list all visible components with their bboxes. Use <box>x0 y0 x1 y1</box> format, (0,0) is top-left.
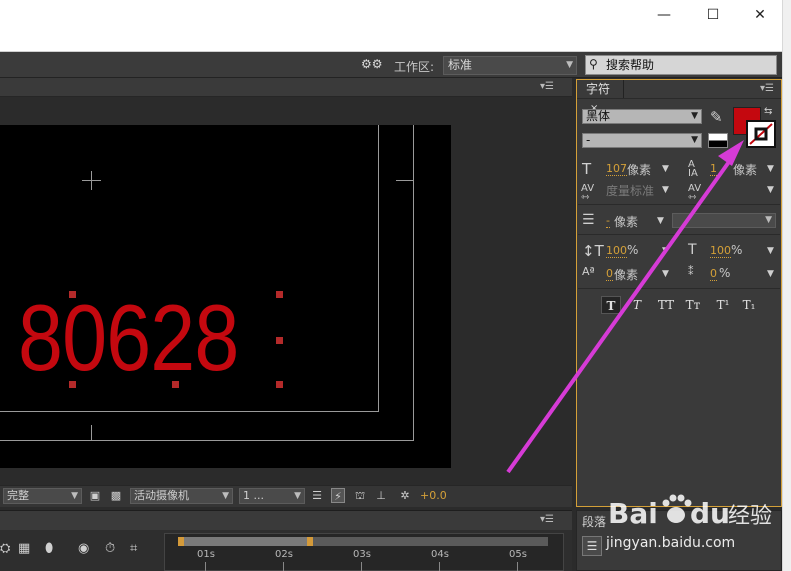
annotation-arrow-shaft <box>506 150 738 474</box>
svg-text:Bai: Bai <box>608 497 658 530</box>
watermark-url: jingyan.baidu.com <box>606 535 736 551</box>
annotation-arrow-head <box>718 140 744 166</box>
svg-text:经验: 经验 <box>728 504 772 529</box>
svg-text:du: du <box>690 497 730 530</box>
